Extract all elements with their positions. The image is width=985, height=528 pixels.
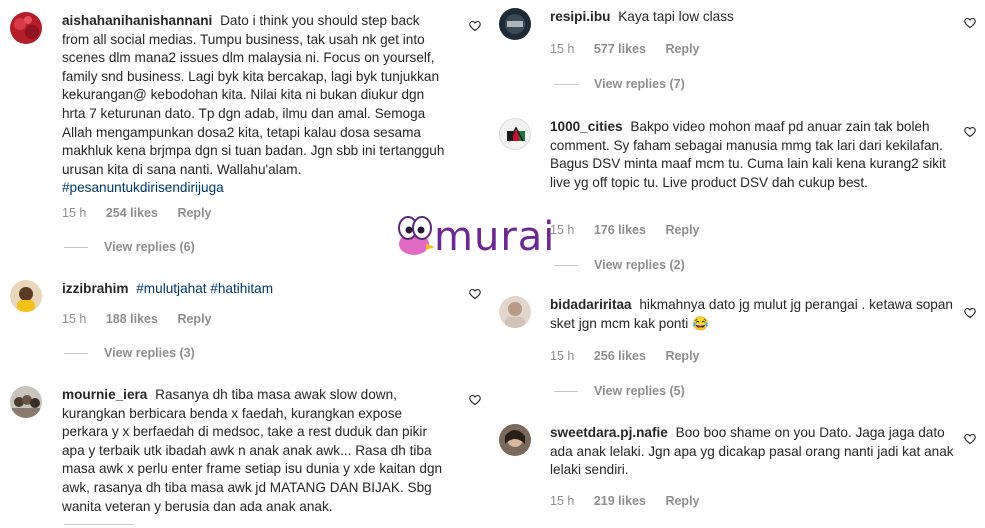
comment-time: 15 h (62, 206, 87, 220)
reply-button[interactable]: Reply (665, 223, 699, 237)
reply-button[interactable]: Reply (665, 494, 699, 508)
comment-time: 15 h (550, 42, 575, 56)
avatar[interactable] (499, 424, 531, 456)
murai-bird-logo-icon (398, 216, 435, 255)
comment-meta: 15 h 219 likes Reply (550, 494, 716, 508)
comment-meta: 15 h 188 likes Reply (62, 312, 228, 326)
comment-username[interactable]: bidadariritaa (550, 297, 632, 312)
comment-likes[interactable]: 176 likes (594, 223, 646, 237)
comment-likes[interactable]: 219 likes (594, 494, 646, 508)
avatar[interactable] (10, 12, 42, 44)
comment-likes[interactable]: 254 likes (106, 206, 158, 220)
comment-hashtag[interactable]: #mulutjahat #hatihitam (136, 281, 273, 296)
heart-icon[interactable] (964, 126, 976, 138)
avatar[interactable] (499, 296, 531, 328)
view-replies-button[interactable]: View replies (6) (104, 240, 195, 254)
heart-icon[interactable] (964, 307, 976, 319)
comment-hashtag[interactable]: #pesanuntukdirisendirijuga (62, 180, 224, 195)
reply-button[interactable]: Reply (665, 42, 699, 56)
heart-icon[interactable] (469, 288, 481, 300)
murai-watermark: murai (396, 214, 596, 264)
comment-text: Dato i think you should step back from a… (62, 13, 445, 177)
comment-username[interactable]: sweetdara.pj.nafie (550, 425, 668, 440)
view-replies-button[interactable]: View replies (7) (594, 77, 685, 91)
comment-text: Kaya tapi low class (618, 9, 734, 24)
murai-brand-text: murai (434, 214, 556, 260)
view-replies-line (554, 265, 578, 266)
comment-meta: 15 h 254 likes Reply (62, 206, 228, 220)
comment-username[interactable]: 1000_cities (550, 119, 623, 134)
comment-body: sweetdara.pj.nafie Boo boo shame on you … (550, 424, 955, 480)
avatar[interactable] (10, 386, 42, 418)
avatar[interactable] (499, 118, 531, 150)
comment-username[interactable]: mournie_iera (62, 387, 147, 402)
comment-likes[interactable]: 577 likes (594, 42, 646, 56)
view-replies-button[interactable]: View replies (3) (104, 346, 195, 360)
heart-icon[interactable] (964, 433, 976, 445)
view-replies-line (64, 353, 88, 354)
comment-username[interactable]: resipi.ibu (550, 9, 610, 24)
comment-body: aishahanihanishannani Dato i think you s… (62, 12, 450, 198)
heart-icon[interactable] (469, 394, 481, 406)
comment-body: 1000_cities Bakpo video mohon maaf pd an… (550, 118, 955, 192)
comment-username[interactable]: aishahanihanishannani (62, 13, 212, 28)
comment-likes[interactable]: 188 likes (106, 312, 158, 326)
view-replies-line (554, 84, 578, 85)
comment-body: bidadariritaa hikmahnya dato jg mulut jg… (550, 296, 955, 333)
view-replies-button[interactable]: View replies (5) (594, 384, 685, 398)
comment-meta: 15 h 256 likes Reply (550, 349, 716, 363)
avatar[interactable] (10, 280, 42, 312)
comment-body: mournie_iera Rasanya dh tiba masa awak s… (62, 386, 450, 516)
comment-time: 15 h (550, 223, 575, 237)
avatar[interactable] (499, 8, 531, 40)
comment-time: 15 h (550, 494, 575, 508)
comment-text: Rasanya dh tiba masa awak slow down, kur… (62, 387, 443, 514)
reply-button[interactable]: Reply (665, 349, 699, 363)
comment-body: izzibrahim #mulutjahat #hatihitam (62, 280, 450, 299)
comment-likes[interactable]: 256 likes (594, 349, 646, 363)
view-replies-button[interactable]: View replies (2) (594, 258, 685, 272)
comment-time: 15 h (550, 349, 575, 363)
comment-meta: 15 h 577 likes Reply (550, 42, 716, 56)
reply-button[interactable]: Reply (177, 206, 211, 220)
comment-username[interactable]: izzibrahim (62, 281, 128, 296)
comment-meta: 15 h 176 likes Reply (550, 223, 716, 237)
reply-button[interactable]: Reply (177, 312, 211, 326)
heart-icon[interactable] (469, 20, 481, 32)
view-replies-line (554, 391, 578, 392)
comment-body: resipi.ibu Kaya tapi low class (550, 8, 950, 27)
view-replies-line (64, 524, 134, 525)
comment-time: 15 h (62, 312, 87, 326)
heart-icon[interactable] (964, 17, 976, 29)
view-replies-line (64, 247, 88, 248)
